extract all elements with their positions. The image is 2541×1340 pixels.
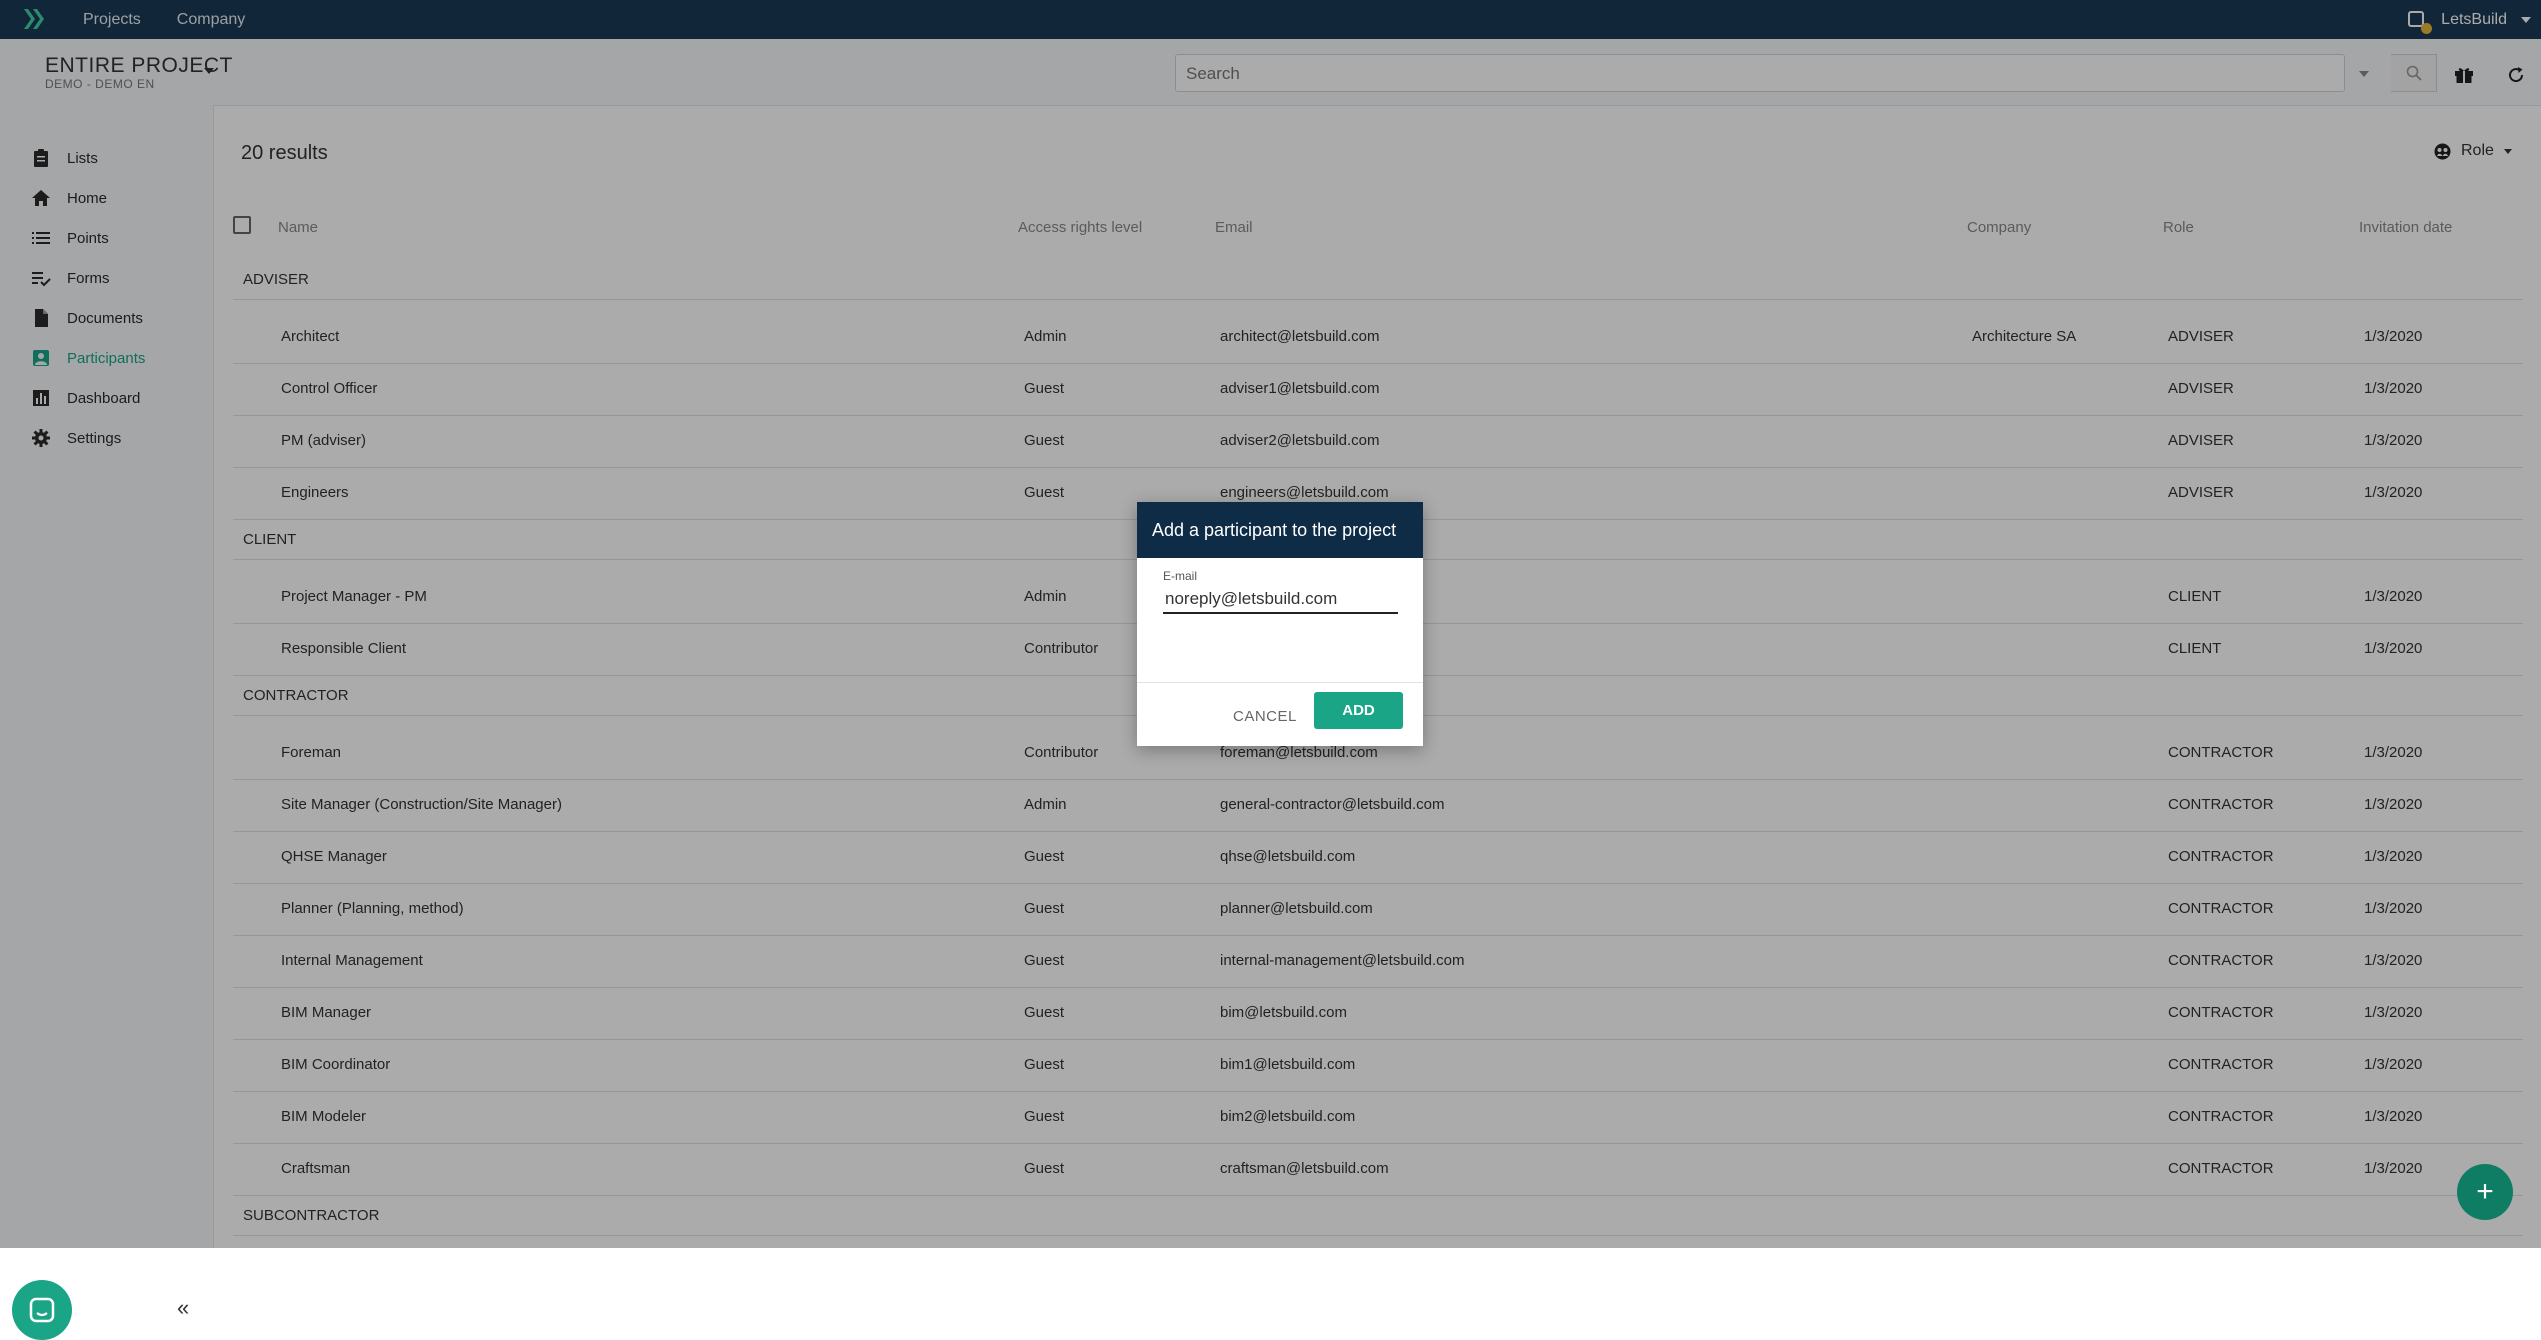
add-button[interactable]: ADD [1314, 692, 1403, 729]
cancel-button[interactable]: CANCEL [1233, 698, 1297, 734]
add-participant-dialog: Add a participant to the project E-mail … [1137, 502, 1423, 746]
email-label: E-mail [1163, 569, 1198, 583]
chat-button[interactable] [12, 1280, 72, 1340]
email-field[interactable] [1163, 586, 1398, 614]
dialog-title: Add a participant to the project [1137, 502, 1423, 558]
chat-icon [29, 1297, 55, 1323]
add-fab-button[interactable]: + [2457, 1164, 2513, 1220]
collapse-sidebar-icon[interactable]: « [177, 1295, 189, 1321]
plus-icon: + [2476, 1175, 2494, 1208]
dialog-divider [1137, 682, 1423, 683]
